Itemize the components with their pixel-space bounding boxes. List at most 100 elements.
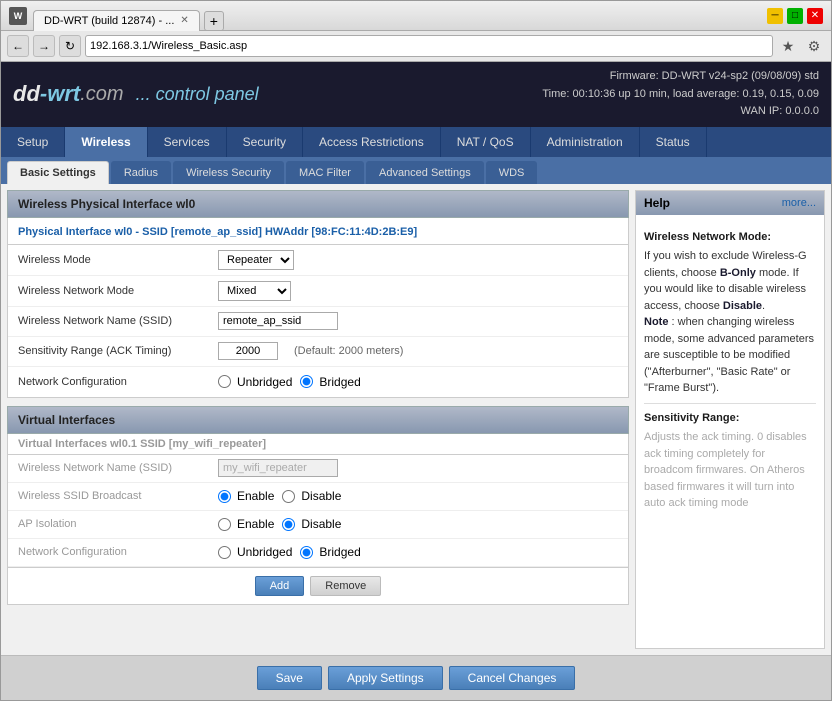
nav-nat-qos[interactable]: NAT / QoS [441, 127, 531, 157]
reload-button[interactable]: ↻ [59, 35, 81, 57]
save-button[interactable]: Save [257, 666, 322, 690]
close-button[interactable]: ✕ [807, 8, 823, 24]
new-tab-button[interactable]: + [204, 11, 224, 31]
unbridged-label[interactable]: Unbridged [218, 375, 292, 389]
sub-nav-radius[interactable]: Radius [111, 161, 171, 184]
ap-isolation-row: AP Isolation Enable Disable [8, 511, 628, 539]
virtual-network-config-row: Network Configuration Unbridged Bridged [8, 539, 628, 567]
help-header: Help more... [636, 191, 824, 215]
logo-dd: dd [13, 81, 40, 107]
ap-isolation-control: Enable Disable [218, 517, 618, 531]
cancel-changes-button[interactable]: Cancel Changes [449, 666, 576, 690]
sub-nav-basic-settings[interactable]: Basic Settings [7, 161, 109, 184]
router-header: dd - wrt .com ... control panel Firmware… [1, 62, 831, 127]
virtual-interfaces-header: Virtual Interfaces [7, 406, 629, 434]
ssid-broadcast-label: Wireless SSID Broadcast [18, 490, 218, 502]
bridged-label[interactable]: Bridged [300, 375, 360, 389]
virtual-interface-link-text: Virtual Interfaces wl0.1 SSID [my_wifi_r… [18, 438, 266, 450]
isolation-enable-radio[interactable] [218, 518, 231, 531]
wireless-mode-select[interactable]: AP Client Repeater Adhoc [218, 250, 294, 270]
ssid-row: Wireless Network Name (SSID) [8, 307, 628, 337]
broadcast-enable-radio[interactable] [218, 490, 231, 503]
virtual-network-config-label: Network Configuration [18, 546, 218, 558]
sensitivity-note: (Default: 2000 meters) [294, 345, 403, 357]
help-more-link[interactable]: more... [782, 197, 816, 209]
virtual-bridged-label[interactable]: Bridged [300, 545, 360, 559]
virtual-unbridged-label[interactable]: Unbridged [218, 545, 292, 559]
sub-nav-advanced-settings[interactable]: Advanced Settings [366, 161, 484, 184]
help-section-2-title: Sensitivity Range: [644, 410, 816, 427]
title-bar: W DD-WRT (build 12874) - ... ✕ + ─ □ ✕ [1, 1, 831, 31]
wireless-network-mode-label: Wireless Network Mode [18, 285, 218, 297]
sensitivity-input[interactable] [218, 342, 278, 360]
virtual-ssid-input[interactable] [218, 459, 338, 477]
sensitivity-control: (Default: 2000 meters) [218, 342, 618, 360]
sub-nav-wireless-security[interactable]: Wireless Security [173, 161, 284, 184]
ssid-label: Wireless Network Name (SSID) [18, 315, 218, 327]
router-info: Firmware: DD-WRT v24-sp2 (09/08/09) std … [542, 68, 819, 121]
sub-nav-mac-filter[interactable]: MAC Filter [286, 161, 364, 184]
nav-administration[interactable]: Administration [531, 127, 640, 157]
bottom-bar: Save Apply Settings Cancel Changes [1, 655, 831, 700]
sub-nav: Basic Settings Radius Wireless Security … [1, 157, 831, 184]
logo-wrt: wrt [47, 81, 80, 107]
main-body: Wireless Physical Interface wl0 Physical… [1, 184, 831, 655]
virtual-settings-table: Wireless Network Name (SSID) Wireless SS… [7, 455, 629, 568]
back-button[interactable]: ← [7, 35, 29, 57]
nav-access-restrictions[interactable]: Access Restrictions [303, 127, 441, 157]
nav-setup[interactable]: Setup [1, 127, 65, 157]
isolation-disable-label[interactable]: Disable [282, 517, 341, 531]
sub-nav-wds[interactable]: WDS [486, 161, 538, 184]
nav-security[interactable]: Security [227, 127, 303, 157]
wireless-mode-row: Wireless Mode AP Client Repeater Adhoc [8, 245, 628, 276]
virtual-network-config-control: Unbridged Bridged [218, 545, 618, 559]
virtual-ssid-control [218, 459, 618, 477]
help-title: Help [644, 196, 670, 210]
nav-wireless[interactable]: Wireless [65, 127, 147, 157]
time-info: Time: 00:10:36 up 10 min, load average: … [542, 86, 819, 104]
help-section-1-title: Wireless Network Mode: [644, 229, 816, 246]
browser-tab-active[interactable]: DD-WRT (build 12874) - ... ✕ [33, 10, 200, 31]
logo-dash: - [40, 81, 47, 107]
apply-settings-button[interactable]: Apply Settings [328, 666, 443, 690]
maximize-button[interactable]: □ [787, 8, 803, 24]
isolation-disable-radio[interactable] [282, 518, 295, 531]
network-config-control: Unbridged Bridged [218, 375, 618, 389]
menu-icon[interactable]: ⚙ [803, 35, 825, 57]
help-section-2-text: Adjusts the ack timing. 0 disables ack t… [644, 429, 816, 512]
virtual-interface-link[interactable]: Virtual Interfaces wl0.1 SSID [my_wifi_r… [7, 434, 629, 455]
minimize-button[interactable]: ─ [767, 8, 783, 24]
network-config-row: Network Configuration Unbridged Bridged [8, 367, 628, 397]
help-content: Wireless Network Mode: If you wish to ex… [636, 215, 824, 524]
ssid-control [218, 312, 618, 330]
bookmark-icon[interactable]: ★ [777, 35, 799, 57]
ap-isolation-label: AP Isolation [18, 518, 218, 530]
wireless-network-mode-select[interactable]: Mixed B-Only G-Only N-Only Disabled [218, 281, 291, 301]
address-bar[interactable] [85, 35, 773, 57]
main-nav: Setup Wireless Services Security Access … [1, 127, 831, 157]
control-panel-text: ... control panel [136, 84, 259, 105]
physical-settings-table: Wireless Mode AP Client Repeater Adhoc [7, 245, 629, 398]
forward-button[interactable]: → [33, 35, 55, 57]
remove-button[interactable]: Remove [310, 576, 381, 596]
virtual-ssid-row: Wireless Network Name (SSID) [8, 455, 628, 483]
ssid-input[interactable] [218, 312, 338, 330]
virtual-bridged-radio[interactable] [300, 546, 313, 559]
broadcast-disable-radio[interactable] [282, 490, 295, 503]
nav-services[interactable]: Services [148, 127, 227, 157]
physical-interface-link[interactable]: Physical Interface wl0 - SSID [remote_ap… [7, 218, 629, 245]
tab-close-icon[interactable]: ✕ [180, 15, 188, 26]
broadcast-enable-label[interactable]: Enable [218, 489, 274, 503]
bridged-radio[interactable] [300, 375, 313, 388]
broadcast-disable-label[interactable]: Disable [282, 489, 341, 503]
isolation-enable-label[interactable]: Enable [218, 517, 274, 531]
help-divider [644, 403, 816, 404]
add-button[interactable]: Add [255, 576, 305, 596]
unbridged-radio[interactable] [218, 375, 231, 388]
nav-bar: ← → ↻ ★ ⚙ [1, 31, 831, 62]
virtual-unbridged-radio[interactable] [218, 546, 231, 559]
nav-status[interactable]: Status [640, 127, 707, 157]
virtual-ssid-label: Wireless Network Name (SSID) [18, 462, 218, 474]
browser-frame: W DD-WRT (build 12874) - ... ✕ + ─ □ ✕ ←… [0, 0, 832, 701]
logo-com: .com [80, 83, 123, 106]
